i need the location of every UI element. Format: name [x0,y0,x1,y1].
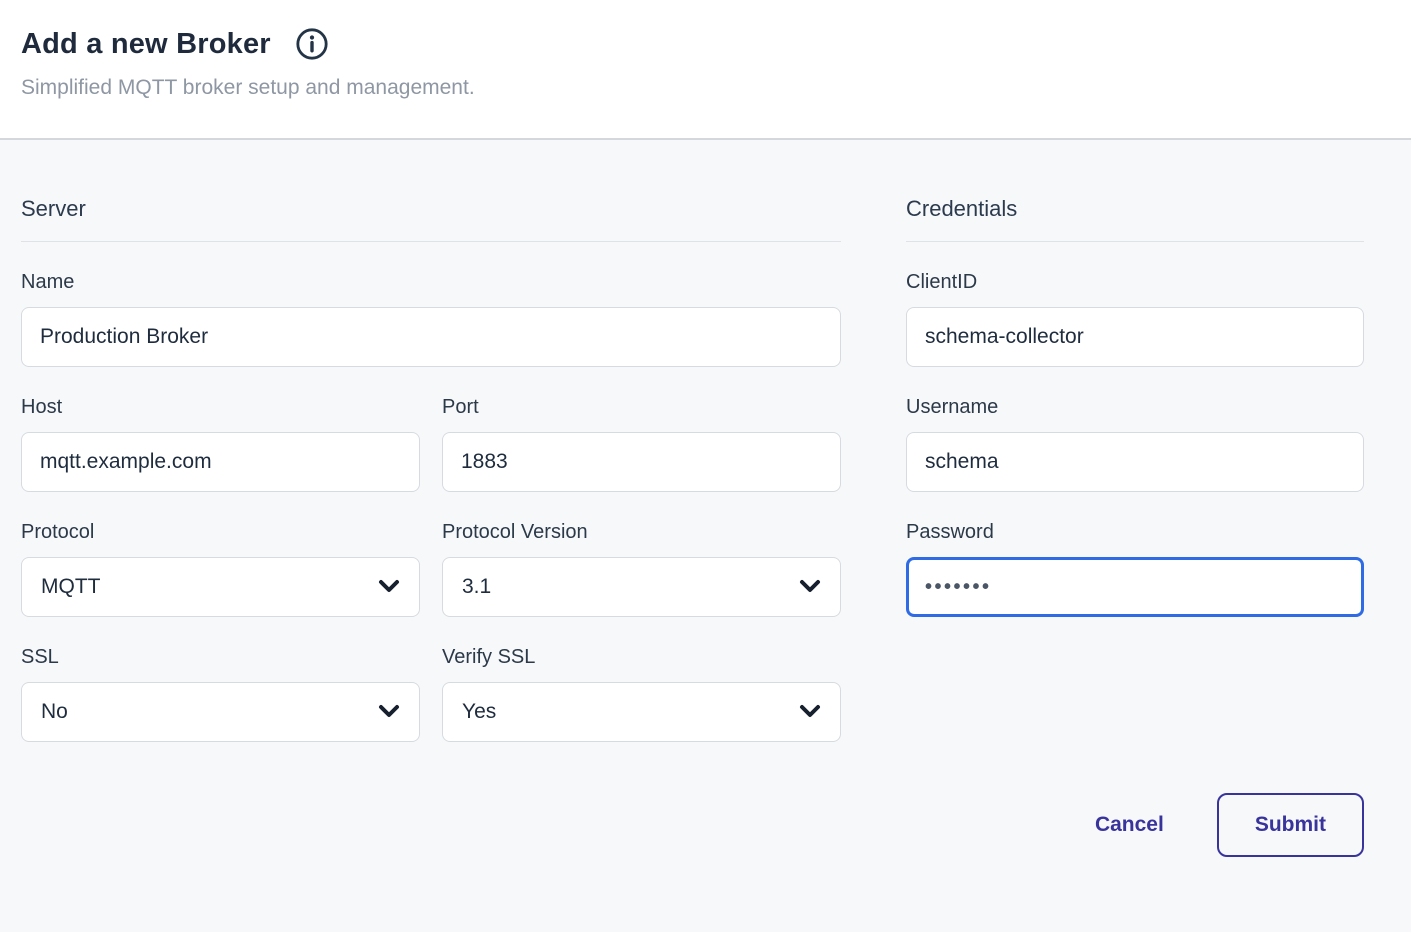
protocol-label: Protocol [21,521,420,544]
port-label: Port [442,396,841,419]
password-input[interactable] [906,557,1364,617]
ssl-label: SSL [21,646,420,669]
password-field-group: Password [906,521,1364,617]
host-label: Host [21,396,420,419]
client-id-field-group: ClientID [906,271,1364,367]
info-icon[interactable] [295,27,329,61]
protocol-version-label: Protocol Version [442,521,841,544]
page-subtitle: Simplified MQTT broker setup and managem… [21,76,1390,100]
username-label: Username [906,396,1364,419]
client-id-label: ClientID [906,271,1364,294]
ssl-field-group: SSL No [21,646,420,742]
server-section: Server Name Host Port Protocol MQTT [21,196,841,857]
client-id-input[interactable] [906,307,1364,367]
verify-ssl-label: Verify SSL [442,646,841,669]
username-field-group: Username [906,396,1364,492]
protocol-field-group: Protocol MQTT [21,521,420,617]
server-section-title: Server [21,196,841,222]
protocol-version-field-group: Protocol Version 3.1 [442,521,841,617]
credentials-section: Credentials ClientID Username Password C… [906,196,1364,857]
credentials-section-title: Credentials [906,196,1364,222]
name-input[interactable] [21,307,841,367]
server-section-divider [21,241,841,242]
chevron-down-icon [799,575,821,599]
name-field-group: Name [21,271,841,367]
protocol-version-select-value: 3.1 [462,575,491,599]
port-input[interactable] [442,432,841,492]
submit-button[interactable]: Submit [1217,793,1364,857]
port-field-group: Port [442,396,841,492]
protocol-version-select[interactable]: 3.1 [442,557,841,617]
host-field-group: Host [21,396,420,492]
verify-ssl-select-value: Yes [462,700,496,724]
chevron-down-icon [378,700,400,724]
protocol-select-value: MQTT [41,575,100,599]
form-actions: Cancel Submit [906,793,1364,857]
verify-ssl-field-group: Verify SSL Yes [442,646,841,742]
chevron-down-icon [378,575,400,599]
host-input[interactable] [21,432,420,492]
username-input[interactable] [906,432,1364,492]
page-header: Add a new Broker Simplified MQTT broker … [0,0,1411,140]
broker-form: Server Name Host Port Protocol MQTT [0,140,1411,857]
name-label: Name [21,271,841,294]
page-title: Add a new Broker [21,28,271,61]
credentials-section-divider [906,241,1364,242]
cancel-button[interactable]: Cancel [1095,813,1164,837]
protocol-select[interactable]: MQTT [21,557,420,617]
ssl-select[interactable]: No [21,682,420,742]
verify-ssl-select[interactable]: Yes [442,682,841,742]
password-label: Password [906,521,1364,544]
chevron-down-icon [799,700,821,724]
ssl-select-value: No [41,700,68,724]
